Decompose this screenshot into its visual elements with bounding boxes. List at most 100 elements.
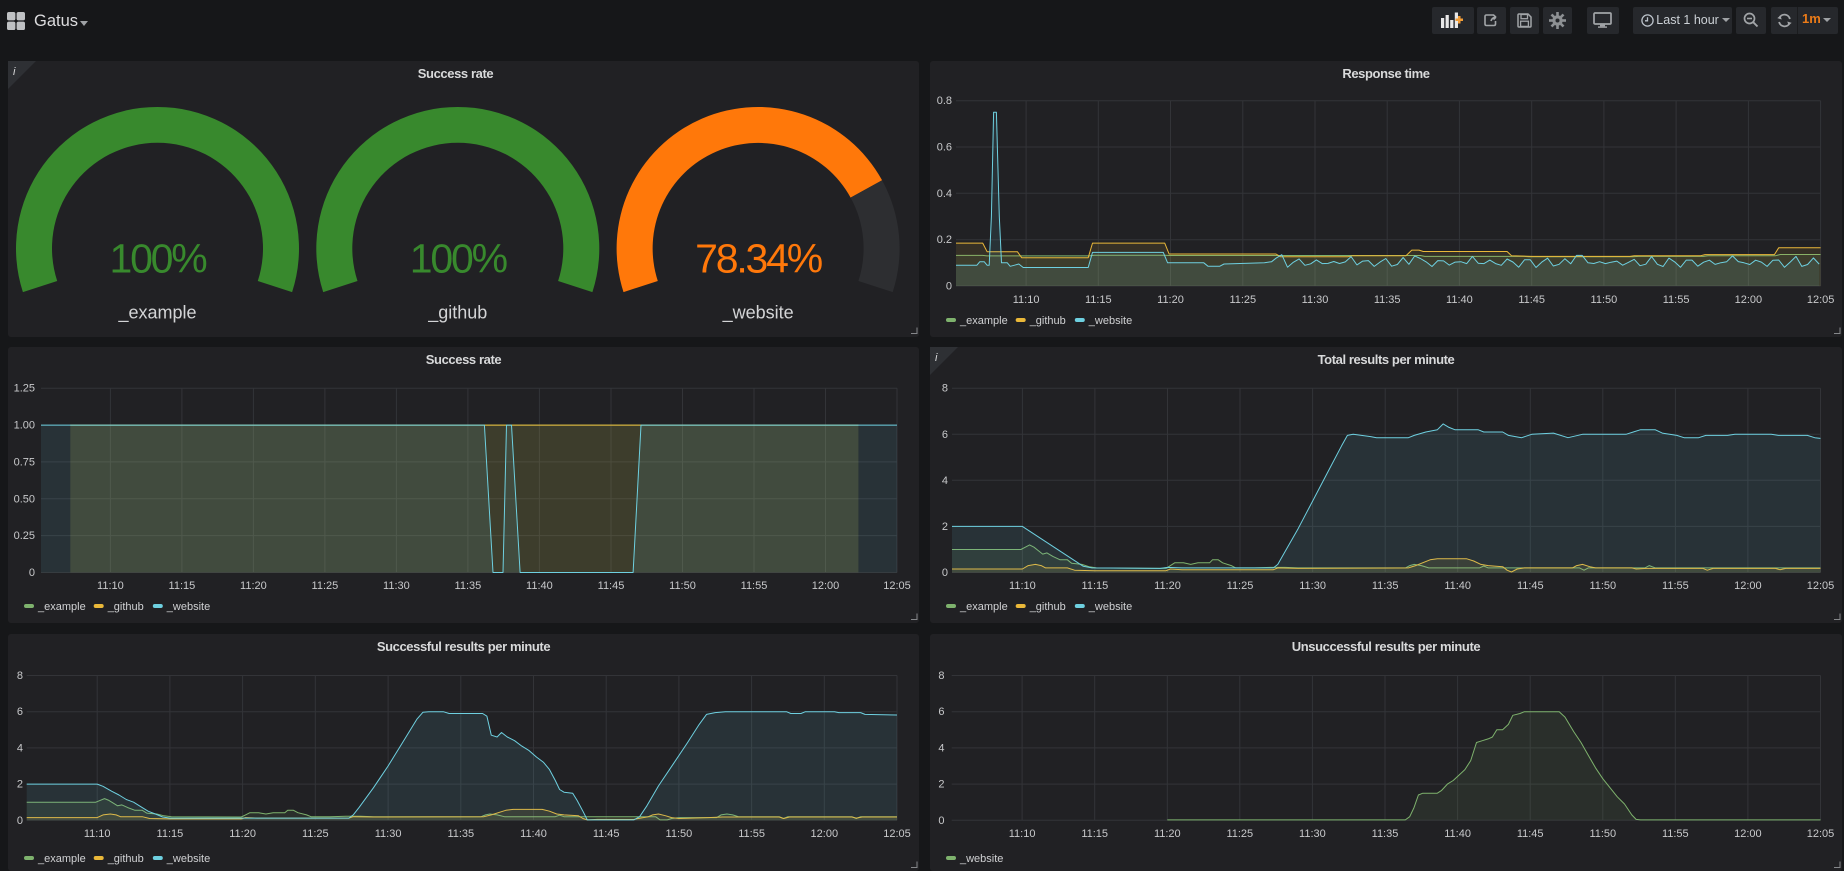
svg-text:11:50: 11:50	[666, 828, 693, 840]
svg-text:11:20: 11:20	[1154, 580, 1181, 592]
svg-text:12:05: 12:05	[1807, 828, 1835, 840]
svg-text:11:15: 11:15	[1085, 294, 1112, 306]
svg-text:11:15: 11:15	[1081, 828, 1108, 840]
svg-text:_website: _website	[166, 853, 210, 865]
svg-text:11:10: 11:10	[1009, 580, 1036, 592]
svg-text:2: 2	[938, 779, 944, 791]
svg-text:11:35: 11:35	[455, 580, 482, 592]
svg-text:11:55: 11:55	[741, 580, 768, 592]
svg-text:12:00: 12:00	[812, 580, 840, 592]
svg-text:_example: _example	[37, 853, 86, 865]
svg-text:0: 0	[938, 815, 944, 827]
svg-text:12:05: 12:05	[883, 580, 911, 592]
svg-text:_example: _example	[37, 601, 86, 613]
svg-text:Success rate: Success rate	[418, 66, 494, 81]
svg-text:11:30: 11:30	[1299, 828, 1326, 840]
svg-text:_github: _github	[107, 853, 144, 865]
svg-text:Response time: Response time	[1342, 66, 1429, 81]
svg-text:100%: 100%	[109, 235, 206, 281]
svg-text:6: 6	[942, 429, 948, 441]
svg-text:11:15: 11:15	[169, 580, 196, 592]
svg-text:_website: _website	[1088, 315, 1132, 327]
svg-text:11:25: 11:25	[1229, 294, 1256, 306]
svg-text:12:05: 12:05	[1807, 294, 1835, 306]
svg-text:11:20: 11:20	[1154, 828, 1181, 840]
svg-text:0.50: 0.50	[14, 493, 35, 505]
svg-text:11:35: 11:35	[1374, 294, 1401, 306]
svg-text:Success rate: Success rate	[426, 352, 502, 367]
svg-text:_github: _github	[1029, 601, 1066, 613]
svg-text:11:45: 11:45	[1517, 580, 1544, 592]
svg-text:0: 0	[942, 567, 948, 579]
svg-text:12:00: 12:00	[1734, 828, 1762, 840]
svg-text:11:35: 11:35	[1372, 580, 1399, 592]
svg-text:11:30: 11:30	[383, 580, 410, 592]
svg-text:8: 8	[938, 670, 944, 682]
svg-text:12:00: 12:00	[1735, 294, 1763, 306]
svg-text:11:40: 11:40	[1444, 828, 1471, 840]
svg-text:0.25: 0.25	[14, 530, 35, 542]
svg-text:11:20: 11:20	[229, 828, 256, 840]
svg-text:12:00: 12:00	[1734, 580, 1762, 592]
svg-text:11:25: 11:25	[1226, 828, 1253, 840]
svg-text:11:50: 11:50	[1589, 828, 1616, 840]
svg-text:11:45: 11:45	[598, 580, 625, 592]
svg-text:11:45: 11:45	[1518, 294, 1545, 306]
svg-text:11:25: 11:25	[1227, 580, 1254, 592]
svg-text:_example: _example	[959, 601, 1008, 613]
svg-text:_github: _github	[1029, 315, 1066, 327]
svg-text:11:30: 11:30	[1302, 294, 1329, 306]
svg-text:11:40: 11:40	[526, 580, 553, 592]
svg-text:11:55: 11:55	[1662, 828, 1689, 840]
svg-text:0: 0	[946, 281, 952, 293]
svg-text:11:40: 11:40	[1446, 294, 1473, 306]
svg-text:_website: _website	[166, 601, 210, 613]
svg-text:11:45: 11:45	[593, 828, 620, 840]
svg-text:6: 6	[938, 706, 944, 718]
svg-text:_example: _example	[959, 315, 1008, 327]
svg-text:11:55: 11:55	[1662, 580, 1689, 592]
svg-text:11:55: 11:55	[738, 828, 765, 840]
svg-text:11:10: 11:10	[97, 580, 124, 592]
svg-text:11:35: 11:35	[447, 828, 474, 840]
svg-text:11:40: 11:40	[1444, 580, 1471, 592]
svg-text:_github: _github	[107, 601, 144, 613]
svg-text:11:50: 11:50	[1589, 580, 1616, 592]
svg-text:_example: _example	[117, 302, 196, 323]
svg-text:0.2: 0.2	[937, 234, 952, 246]
svg-text:_website: _website	[722, 302, 794, 323]
svg-text:11:20: 11:20	[240, 580, 267, 592]
svg-text:11:10: 11:10	[84, 828, 111, 840]
svg-text:2: 2	[17, 779, 23, 791]
svg-text:78.34%: 78.34%	[695, 235, 822, 281]
svg-text:12:00: 12:00	[811, 828, 839, 840]
svg-text:11:50: 11:50	[1591, 294, 1618, 306]
svg-text:8: 8	[942, 383, 948, 395]
svg-text:11:50: 11:50	[669, 580, 696, 592]
svg-text:11:30: 11:30	[375, 828, 402, 840]
svg-text:11:15: 11:15	[1082, 580, 1109, 592]
svg-text:11:25: 11:25	[312, 580, 339, 592]
svg-text:0.6: 0.6	[937, 142, 952, 154]
svg-text:11:15: 11:15	[157, 828, 184, 840]
svg-text:Total results per minute: Total results per minute	[1318, 352, 1455, 367]
svg-text:0: 0	[29, 567, 35, 579]
svg-text:11:55: 11:55	[1663, 294, 1690, 306]
svg-text:0.8: 0.8	[937, 95, 952, 107]
svg-text:11:35: 11:35	[1372, 828, 1399, 840]
svg-text:6: 6	[17, 706, 23, 718]
svg-text:Unsuccessful results per minut: Unsuccessful results per minute	[1292, 639, 1481, 654]
svg-text:2: 2	[942, 521, 948, 533]
svg-text:11:30: 11:30	[1299, 580, 1326, 592]
svg-text:0.4: 0.4	[937, 188, 952, 200]
svg-text:Successful results per minute: Successful results per minute	[377, 639, 551, 654]
svg-text:100%: 100%	[410, 235, 507, 281]
svg-text:0.75: 0.75	[14, 456, 35, 468]
svg-text:1.00: 1.00	[14, 420, 35, 432]
svg-text:12:05: 12:05	[1807, 580, 1835, 592]
svg-text:12:05: 12:05	[883, 828, 911, 840]
svg-text:11:25: 11:25	[302, 828, 329, 840]
svg-text:11:10: 11:10	[1009, 828, 1036, 840]
svg-text:8: 8	[17, 670, 23, 682]
svg-text:0: 0	[17, 815, 23, 827]
